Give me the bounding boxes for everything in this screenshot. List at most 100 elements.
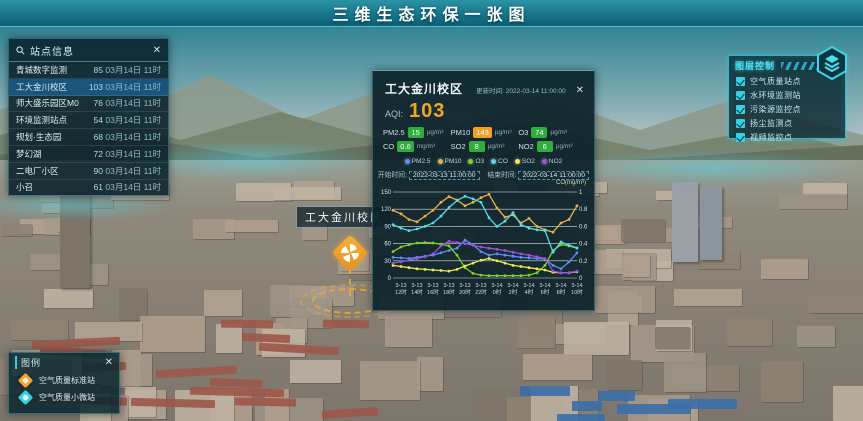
pollutant-item: CO 0.6 mg/m³: [383, 141, 451, 152]
svg-text:3-13: 3-13: [395, 283, 406, 289]
pollutant-name: PM10: [451, 128, 471, 137]
station-time: 03月14日 11时: [103, 181, 161, 193]
close-icon[interactable]: ✕: [105, 357, 113, 368]
checkbox-checked-icon[interactable]: [736, 77, 745, 86]
pollutant-unit: μg/m³: [550, 129, 567, 136]
station-row[interactable]: 规划·生态园 68 03月14日 11时: [9, 129, 168, 146]
svg-text:4时: 4时: [525, 288, 534, 296]
chart-legend-item[interactable]: PM10: [438, 158, 462, 165]
station-name: 环境监测站点: [16, 114, 79, 126]
layer-control-title: 图层控制: [735, 59, 775, 72]
legend-series-name: CO: [498, 158, 508, 165]
legend-dot-icon: [542, 159, 547, 164]
legend-panel: 图例 ✕ 空气质量标准站 空气质量小微站: [8, 352, 120, 414]
svg-text:3-14: 3-14: [571, 283, 582, 289]
start-time-box[interactable]: 2022-03-13 11:00:00: [409, 171, 480, 180]
pollutant-item: NO2 6 μg/m³: [518, 141, 586, 152]
svg-text:120: 120: [381, 207, 392, 213]
chart-legend-item[interactable]: PM2.5: [405, 158, 431, 165]
map-scene[interactable]: 三维生态环保一张图 站点信息 ✕ 青城数字监测 85 03月14日 11时工大金…: [0, 0, 863, 421]
legend-series-name: PM10: [445, 158, 462, 165]
station-row[interactable]: 二电厂小区 90 03月14日 11时: [9, 163, 168, 180]
legend-dot-icon: [468, 159, 473, 164]
station-row[interactable]: 小召 61 03月14日 11时: [9, 180, 168, 197]
svg-text:0.4: 0.4: [579, 242, 588, 248]
legend-series-name: NO2: [549, 158, 562, 165]
end-time-box[interactable]: 2022-03-14 11:00:00: [518, 171, 589, 180]
pollutant-name: CO: [383, 142, 394, 151]
pollutant-value-badge: 15: [408, 127, 424, 138]
pollutant-value-badge: 8: [469, 141, 485, 152]
layer-item[interactable]: 扬尘监测点: [729, 116, 845, 130]
pollutant-grid: PM2.5 15 μg/m³PM10 143 μg/m³O3 74 μg/m³C…: [373, 125, 594, 155]
svg-text:10时: 10时: [571, 288, 583, 296]
layer-label: 视频监控点: [750, 132, 793, 143]
chart-legend-item[interactable]: NO2: [542, 158, 562, 165]
chart-legend-item[interactable]: O3: [468, 158, 484, 165]
pollutant-item: O3 74 μg/m³: [518, 127, 586, 138]
station-value: 68: [79, 132, 103, 142]
station-row[interactable]: 环境监测站点 54 03月14日 11时: [9, 112, 168, 129]
close-icon[interactable]: ✕: [153, 45, 161, 56]
pollutant-name: SO2: [451, 142, 466, 151]
legend-item: 空气质量小微站: [9, 389, 119, 406]
station-row[interactable]: 青城数字监测 85 03月14日 11时: [9, 62, 168, 79]
station-value: 54: [79, 115, 103, 125]
svg-text:3-14: 3-14: [555, 283, 566, 289]
svg-text:6时: 6时: [541, 288, 550, 296]
svg-text:3-13: 3-13: [427, 283, 438, 289]
station-value: 76: [79, 98, 103, 108]
legend-item: 空气质量标准站: [9, 372, 119, 389]
search-icon[interactable]: [16, 46, 25, 55]
station-name: 二电厂小区: [16, 165, 79, 177]
layer-item[interactable]: 水环境监测站: [729, 88, 845, 102]
checkbox-checked-icon[interactable]: [736, 119, 745, 128]
station-value: 85: [79, 65, 103, 75]
update-time: 更新时间: 2022-03-14 11:00:00: [476, 85, 566, 95]
chart-legend-item[interactable]: CO: [491, 158, 508, 165]
app-header: 三维生态环保一张图: [0, 0, 863, 27]
station-row[interactable]: 工大金川校区 103 03月14日 11时: [9, 79, 168, 96]
close-icon[interactable]: ✕: [576, 85, 584, 96]
pollutant-value-badge: 6: [537, 141, 553, 152]
svg-text:150: 150: [381, 190, 392, 196]
checkbox-checked-icon[interactable]: [736, 133, 745, 142]
legend-series-name: SO2: [522, 158, 535, 165]
svg-text:3-14: 3-14: [491, 283, 502, 289]
svg-text:60: 60: [384, 242, 391, 248]
station-name: 规划·生态园: [16, 131, 79, 143]
checkbox-checked-icon[interactable]: [736, 91, 745, 100]
aqi-detail-panel: 工大金川校区 更新时间: 2022-03-14 11:00:00 ✕ AQI: …: [372, 70, 595, 311]
svg-text:3-13: 3-13: [475, 283, 486, 289]
layers-icon[interactable]: [815, 46, 849, 80]
station-rows: 青城数字监测 85 03月14日 11时工大金川校区 103 03月14日 11…: [9, 62, 168, 196]
station-value: 61: [79, 182, 103, 192]
svg-text:20时: 20时: [459, 288, 471, 296]
station-marker-icon[interactable]: [332, 235, 369, 272]
layer-label: 空气质量站点: [750, 76, 801, 87]
svg-text:3-13: 3-13: [459, 283, 470, 289]
svg-text:3-13: 3-13: [443, 283, 454, 289]
pollutant-unit: μg/m³: [488, 143, 505, 150]
chart-legend-item[interactable]: SO2: [515, 158, 535, 165]
station-row[interactable]: 师大盛乐园区M01 76 03月14日 11时: [9, 96, 168, 113]
svg-text:16时: 16时: [427, 288, 439, 296]
station-list-panel: 站点信息 ✕ 青城数字监测 85 03月14日 11时工大金川校区 103 03…: [8, 38, 169, 196]
svg-text:0.6: 0.6: [579, 224, 588, 230]
legend-item-label: 空气质量标准站: [39, 375, 95, 386]
station-row[interactable]: 梦幻湖 72 03月14日 11时: [9, 146, 168, 163]
time-range-row: 开始时间: 2022-03-13 11:00:00 结束时间: 2022-03-…: [373, 166, 594, 179]
layer-item[interactable]: 污染源监控点: [729, 102, 845, 116]
checkbox-checked-icon[interactable]: [736, 105, 745, 114]
legend-item-label: 空气质量小微站: [39, 392, 95, 403]
layer-item[interactable]: 视频监控点: [729, 130, 845, 144]
app-title: 三维生态环保一张图: [332, 1, 530, 25]
pollutant-value-badge: 74: [531, 127, 547, 138]
svg-text:12时: 12时: [395, 288, 407, 296]
pollutant-value-badge: 0.6: [397, 141, 413, 152]
svg-text:0: 0: [388, 276, 392, 282]
pollutant-name: NO2: [518, 142, 533, 151]
pollutant-unit: μg/m³: [556, 143, 573, 150]
pollutant-unit: μg/m³: [427, 129, 444, 136]
svg-text:2时: 2时: [509, 288, 518, 296]
